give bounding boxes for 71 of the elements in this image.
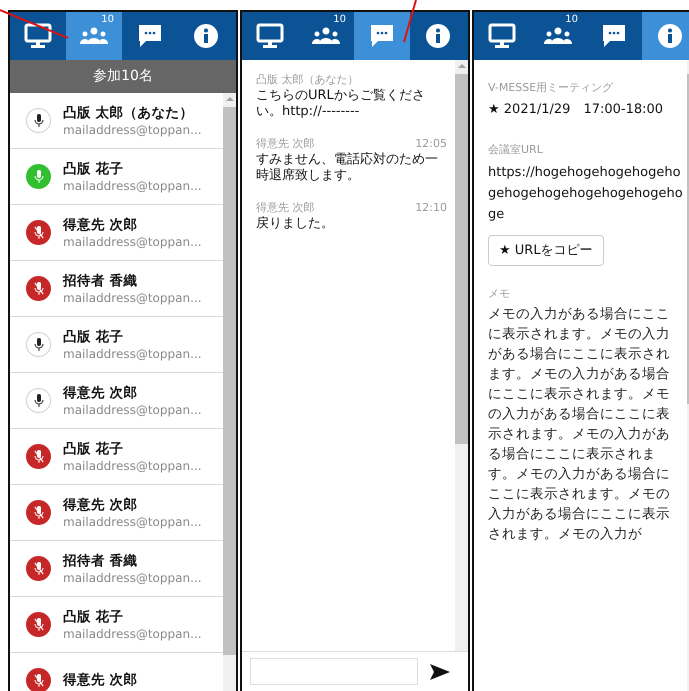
participant-email: mailaddress@toppan... xyxy=(63,402,202,418)
muted-mic-icon xyxy=(26,556,51,581)
people-icon xyxy=(311,27,341,45)
people-icon xyxy=(79,27,109,45)
message-input[interactable] xyxy=(250,658,418,685)
chat-icon xyxy=(137,23,163,49)
mic-icon xyxy=(26,332,51,357)
send-icon xyxy=(430,664,450,680)
participant-email: mailaddress@toppan... xyxy=(63,626,202,642)
muted-mic-icon xyxy=(26,500,51,525)
message-text: こちらのURLからご覧ください。http://-------- xyxy=(256,88,426,120)
url-label: 会議室URL xyxy=(488,142,544,158)
participant-name: 凸版 花子 xyxy=(63,160,125,178)
mic-icon xyxy=(26,164,51,189)
participant-name: 招待者 香織 xyxy=(63,552,139,570)
memo-text: メモの入力がある場合にここに表示されます。メモの入力がある場合にここに表示されます。メモの入力がある場合にここに表示されます。メモの入力がある場合にここに表示されます。メモの入力がある場合にここに表示されます。メモの入力がある場合にここに表示されます。メモの入力がある場合にここに表示されます。メモの入力が xyxy=(488,305,671,544)
info-icon xyxy=(426,24,450,48)
people-icon xyxy=(543,27,573,45)
sender-name: 凸版 太郎（あなた） xyxy=(256,72,358,88)
muted-mic-icon xyxy=(26,444,51,469)
participant-name: 得意先 次郎 xyxy=(63,671,138,690)
message-text: 戻りました。 xyxy=(256,216,335,232)
mic-icon xyxy=(26,388,51,413)
participant-name: 得意先 次郎 xyxy=(63,496,139,514)
participant-email: mailaddress@toppan... xyxy=(63,514,202,530)
annotation-line xyxy=(0,9,68,39)
meeting-label: V-MESSE用ミーティング xyxy=(488,80,614,96)
copy-url-button[interactable]: ★ URLをコピー xyxy=(488,235,604,266)
participant-email: mailaddress@toppan... xyxy=(63,234,202,250)
monitor-icon xyxy=(256,23,284,49)
participant-name: 凸版 太郎（あなた） xyxy=(63,104,195,122)
participant-count-header: 参加10名 xyxy=(10,60,236,93)
participant-name: 凸版 花子 xyxy=(63,440,125,458)
participant-name: 凸版 花子 xyxy=(63,608,125,626)
meeting-time: ★ 2021/1/29 17:00-18:00 xyxy=(488,101,664,119)
count-label: 10 xyxy=(101,15,114,25)
monitor-icon xyxy=(488,23,516,49)
message-time: 12:10 xyxy=(415,200,447,216)
meeting-url: https://hogehogehogehogehogehogehogehogehogehogehoge xyxy=(488,164,683,224)
sender-name: 得意先 次郎 xyxy=(256,200,314,216)
count-label: 10 xyxy=(565,15,578,25)
info-icon xyxy=(194,24,218,48)
monitor-icon xyxy=(24,23,52,49)
tab[interactable] xyxy=(642,12,689,60)
participant-name: 得意先 次郎 xyxy=(63,384,139,402)
annotation-line xyxy=(403,0,417,42)
scrollbar[interactable] xyxy=(223,93,236,691)
message-time: 12:05 xyxy=(415,136,447,152)
muted-mic-icon xyxy=(26,220,51,245)
participant-email: mailaddress@toppan... xyxy=(63,178,202,194)
chat-icon xyxy=(369,23,395,49)
participant-email: mailaddress@toppan... xyxy=(63,346,202,362)
participant-name: 招待者 香織 xyxy=(63,272,139,290)
participant-name: 凸版 花子 xyxy=(63,328,125,346)
memo-label: メモ xyxy=(488,286,511,302)
participant-name: 得意先 次郎 xyxy=(63,216,139,234)
muted-mic-icon xyxy=(26,612,51,637)
muted-mic-icon xyxy=(26,276,51,301)
message-text: すみません、電話応対のため一時退席致します。 xyxy=(256,152,439,184)
participant-email: mailaddress@toppan... xyxy=(63,570,202,586)
scrollbar[interactable] xyxy=(455,60,468,651)
participant-email: mailaddress@toppan... xyxy=(63,122,202,138)
participant-email: mailaddress@toppan... xyxy=(63,458,202,474)
info-icon xyxy=(658,24,682,48)
muted-mic-icon xyxy=(26,668,51,691)
sender-name: 得意先 次郎 xyxy=(256,136,314,152)
chat-icon xyxy=(601,23,627,49)
tab[interactable] xyxy=(354,12,410,60)
mic-icon xyxy=(26,108,51,133)
count-label: 10 xyxy=(333,15,346,25)
participant-email: mailaddress@toppan... xyxy=(63,290,202,306)
